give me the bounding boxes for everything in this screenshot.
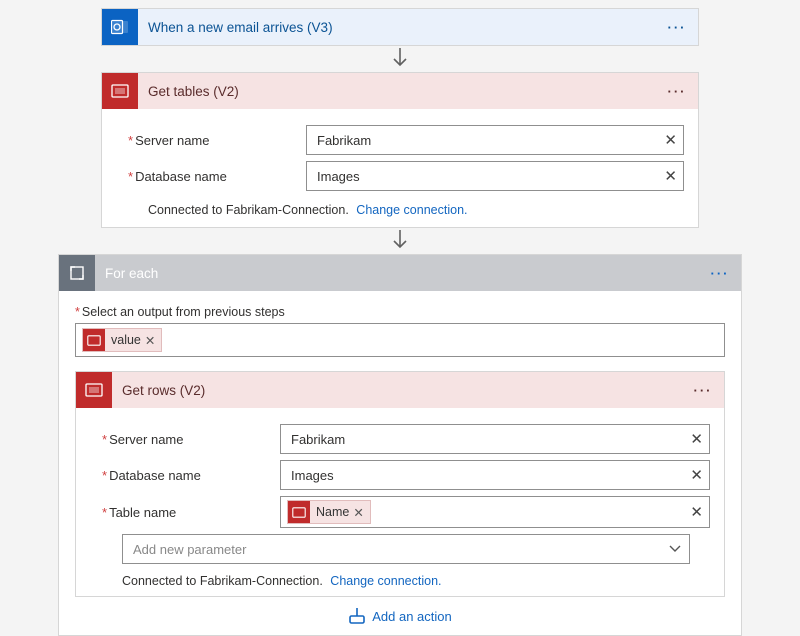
server-name-row: *Server name Fabrikam ✕ <box>90 424 710 454</box>
server-name-value: Fabrikam <box>317 133 664 148</box>
remove-token-icon[interactable]: ✕ <box>145 333 155 348</box>
server-name-label: Server name <box>135 133 209 148</box>
output-label: *Select an output from previous steps <box>75 305 725 319</box>
server-name-row: *Server name Fabrikam ✕ <box>116 125 684 155</box>
trigger-title: When a new email arrives (V3) <box>138 20 662 35</box>
value-token-label: value <box>111 333 141 347</box>
database-name-label: Database name <box>135 169 227 184</box>
trigger-card[interactable]: When a new email arrives (V3) ··· <box>101 8 699 46</box>
connection-status: Connected to Fabrikam-Connection. Change… <box>116 197 684 219</box>
get-tables-title: Get tables (V2) <box>138 84 662 99</box>
clear-icon[interactable]: ✕ <box>664 167 677 185</box>
remove-token-icon[interactable]: ✕ <box>353 505 363 520</box>
arrow-icon <box>391 228 409 254</box>
loop-icon <box>59 255 95 291</box>
get-rows-menu-icon[interactable]: ··· <box>688 383 718 398</box>
server-name-label: Server name <box>109 432 183 447</box>
add-action-button[interactable]: Add an action <box>75 607 725 625</box>
name-token[interactable]: Name ✕ <box>287 500 371 524</box>
value-token[interactable]: value ✕ <box>82 328 162 352</box>
foreach-header[interactable]: For each ··· <box>59 255 741 291</box>
table-name-label: Table name <box>109 505 176 520</box>
get-tables-menu-icon[interactable]: ··· <box>662 84 692 99</box>
sql-icon <box>288 501 310 523</box>
output-input[interactable]: value ✕ <box>75 323 725 357</box>
change-connection-link[interactable]: Change connection. <box>330 574 441 588</box>
foreach-card: For each ··· *Select an output from prev… <box>58 254 742 636</box>
sql-icon <box>83 329 105 351</box>
trigger-header[interactable]: When a new email arrives (V3) ··· <box>102 9 698 45</box>
foreach-menu-icon[interactable]: ··· <box>705 266 735 281</box>
add-action-icon <box>348 607 366 625</box>
add-parameter-label: Add new parameter <box>133 542 669 557</box>
get-rows-title: Get rows (V2) <box>112 383 688 398</box>
clear-icon[interactable]: ✕ <box>690 430 703 448</box>
server-name-input[interactable]: Fabrikam ✕ <box>306 125 684 155</box>
sql-icon <box>76 372 112 408</box>
name-token-label: Name <box>316 505 349 519</box>
table-name-input[interactable]: Name ✕ ✕ <box>280 496 710 528</box>
trigger-menu-icon[interactable]: ··· <box>662 20 692 35</box>
clear-icon[interactable]: ✕ <box>690 503 703 521</box>
database-name-value: Images <box>317 169 664 184</box>
get-tables-header[interactable]: Get tables (V2) ··· <box>102 73 698 109</box>
get-rows-header[interactable]: Get rows (V2) ··· <box>76 372 724 408</box>
server-name-input[interactable]: Fabrikam ✕ <box>280 424 710 454</box>
chevron-down-icon <box>669 545 681 553</box>
get-rows-card: Get rows (V2) ··· *Server name Fabrikam … <box>75 371 725 597</box>
get-tables-card: Get tables (V2) ··· *Server name Fabrika… <box>101 72 699 228</box>
database-name-input[interactable]: Images ✕ <box>280 460 710 490</box>
table-name-row: *Table name Name ✕ ✕ <box>90 496 710 528</box>
outlook-icon <box>102 9 138 45</box>
foreach-title: For each <box>95 266 705 281</box>
arrow-icon <box>391 46 409 72</box>
connection-status: Connected to Fabrikam-Connection. Change… <box>90 568 710 590</box>
add-action-label: Add an action <box>372 609 452 624</box>
clear-icon[interactable]: ✕ <box>690 466 703 484</box>
add-parameter-dropdown[interactable]: Add new parameter <box>122 534 690 564</box>
clear-icon[interactable]: ✕ <box>664 131 677 149</box>
sql-icon <box>102 73 138 109</box>
database-name-row: *Database name Images ✕ <box>90 460 710 490</box>
server-name-value: Fabrikam <box>291 432 690 447</box>
database-name-label: Database name <box>109 468 201 483</box>
database-name-input[interactable]: Images ✕ <box>306 161 684 191</box>
database-name-value: Images <box>291 468 690 483</box>
database-name-row: *Database name Images ✕ <box>116 161 684 191</box>
change-connection-link[interactable]: Change connection. <box>356 203 467 217</box>
